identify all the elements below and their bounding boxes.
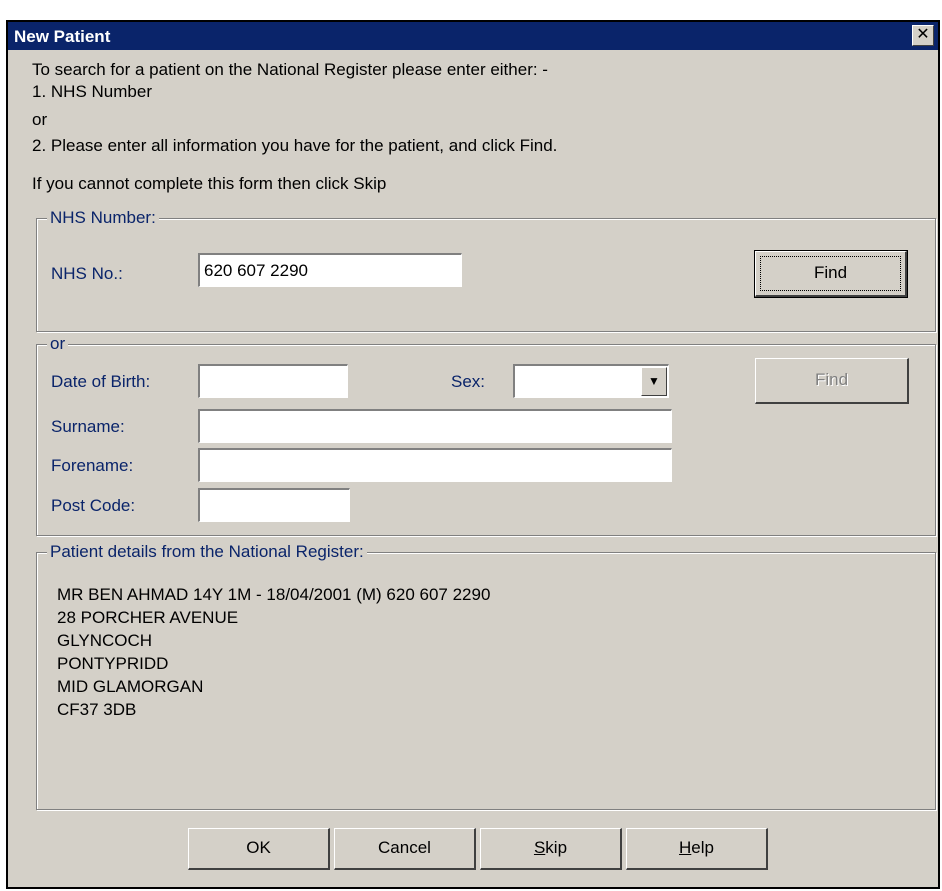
demographics-find-button[interactable]: Find xyxy=(755,358,909,404)
window-title: New Patient xyxy=(14,27,111,46)
instruction-line-3: or xyxy=(32,110,48,129)
post-code-input[interactable] xyxy=(198,488,350,522)
chevron-down-icon[interactable]: ▼ xyxy=(641,367,667,396)
help-label-rest: elp xyxy=(691,838,714,857)
patient-details-line: GLYNCOCH xyxy=(57,631,153,650)
demographics-group: or Date of Birth: Sex: ▼ Find Surname: F… xyxy=(36,334,936,536)
sex-label: Sex: xyxy=(451,372,486,391)
help-button[interactable]: Help xyxy=(626,828,768,870)
skip-label: Skip xyxy=(534,838,567,857)
or-legend: or xyxy=(47,334,69,354)
patient-details-text: MR BEN AHMAD 14Y 1M - 18/04/2001 (M) 620… xyxy=(57,583,490,721)
demographics-find-label: Find xyxy=(814,370,849,389)
skip-mnemonic: S xyxy=(533,838,546,857)
nhs-number-input[interactable] xyxy=(198,253,462,287)
forename-input[interactable] xyxy=(198,448,672,482)
patient-details-line: CF37 3DB xyxy=(57,700,137,719)
help-mnemonic: H xyxy=(679,838,692,857)
patient-details-group: Patient details from the National Regist… xyxy=(36,542,936,810)
surname-label: Surname: xyxy=(51,417,125,436)
patient-details-legend: Patient details from the National Regist… xyxy=(47,542,367,562)
ok-label: OK xyxy=(246,838,271,857)
nhs-number-label: NHS No.: xyxy=(51,264,123,283)
nhs-find-button[interactable]: Find xyxy=(754,250,908,298)
nhs-find-label: Find xyxy=(813,263,848,282)
sex-select[interactable]: ▼ xyxy=(513,364,669,398)
help-label: Help xyxy=(679,838,714,857)
date-of-birth-input[interactable] xyxy=(198,364,348,398)
forename-label: Forename: xyxy=(51,456,134,475)
cancel-label: Cancel xyxy=(378,838,431,857)
patient-details-line: PONTYPRIDD xyxy=(57,654,169,673)
close-button[interactable]: ✕ xyxy=(912,25,934,46)
ok-button[interactable]: OK xyxy=(188,828,330,870)
surname-input[interactable] xyxy=(198,409,672,443)
patient-details-line: 28 PORCHER AVENUE xyxy=(57,608,239,627)
patient-details-line: MID GLAMORGAN xyxy=(57,677,204,696)
nhs-number-group: NHS Number: NHS No.: Find xyxy=(36,208,936,332)
post-code-label: Post Code: xyxy=(51,496,136,515)
instruction-line-5: If you cannot complete this form then cl… xyxy=(32,174,387,193)
cancel-button[interactable]: Cancel xyxy=(334,828,476,870)
skip-button[interactable]: Skip xyxy=(480,828,622,870)
new-patient-dialog: New Patient ✕ To search for a patient on… xyxy=(6,20,940,889)
date-of-birth-label: Date of Birth: xyxy=(51,372,151,391)
nhs-number-legend: NHS Number: xyxy=(47,208,159,228)
skip-label-rest: kip xyxy=(545,838,568,857)
title-bar[interactable]: New Patient ✕ xyxy=(8,22,938,50)
patient-details-line: MR BEN AHMAD 14Y 1M - 18/04/2001 (M) 620… xyxy=(57,585,491,604)
instruction-line-2: 1. NHS Number xyxy=(32,82,152,101)
close-icon: ✕ xyxy=(916,26,930,43)
instruction-line-1: To search for a patient on the National … xyxy=(32,60,548,79)
instruction-line-4: 2. Please enter all information you have… xyxy=(32,136,558,155)
